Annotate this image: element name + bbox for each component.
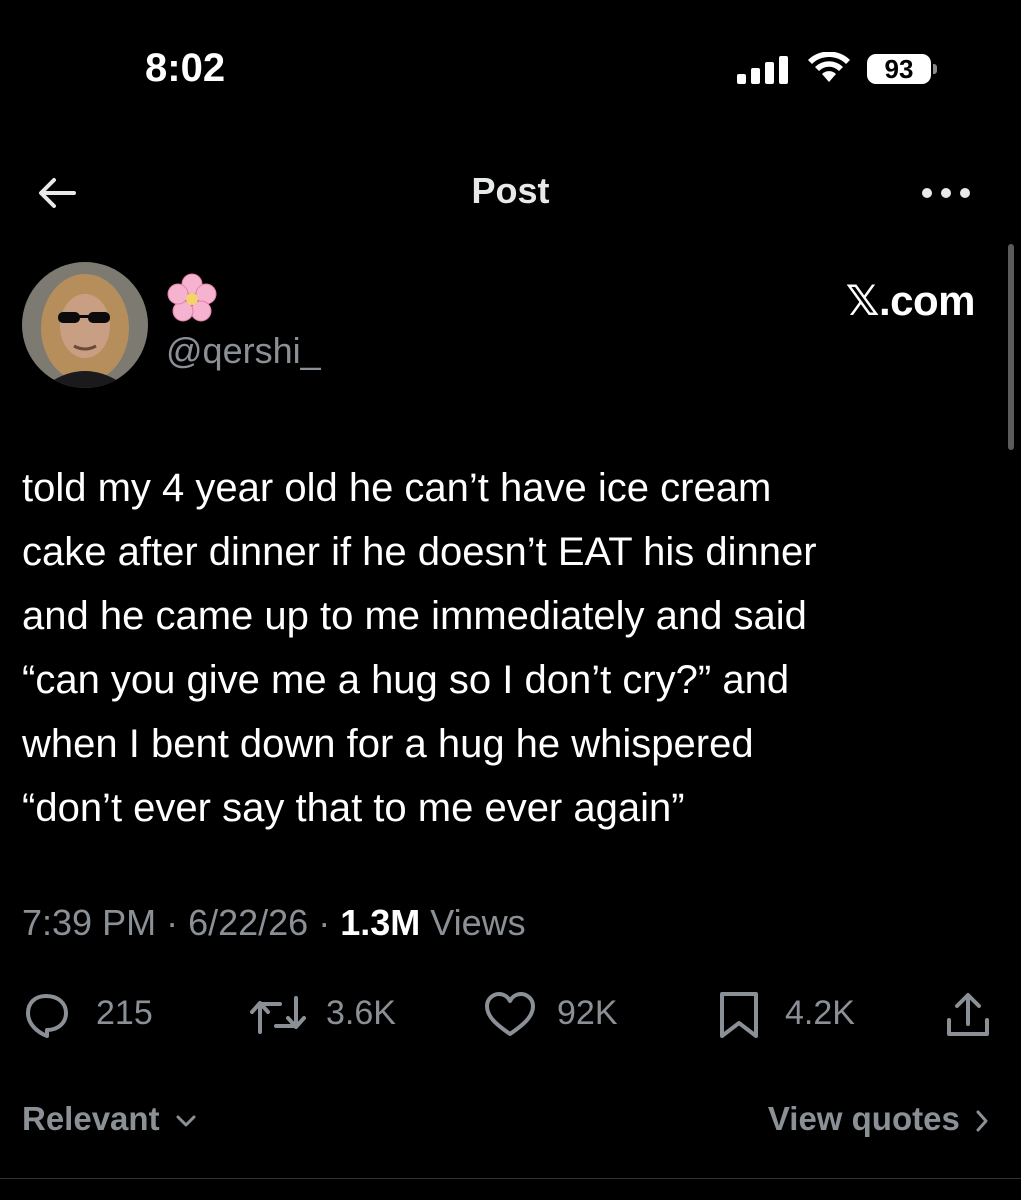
tweet-line: when I bent down for a hug he whispered (22, 722, 754, 766)
reply-icon (26, 994, 68, 1038)
tweet-line: “can you give me a hug so I don’t cry?” … (22, 658, 790, 702)
sort-replies-dropdown[interactable]: Relevant (22, 1100, 197, 1138)
bookmark-count: 4.2K (785, 994, 855, 1032)
tweet-text: told my 4 year old he can’t have ice cre… (22, 456, 992, 840)
battery-level: 93 (884, 54, 914, 84)
avatar[interactable] (22, 262, 148, 388)
tweet-line: cake after dinner if he doesn’t EAT his … (22, 530, 817, 574)
battery-icon: 93 (867, 54, 931, 84)
battery-tip (933, 64, 937, 74)
heart-icon (485, 992, 535, 1036)
cherry-blossom-emoji-icon (167, 273, 217, 322)
reply-button[interactable]: 215 (22, 986, 182, 1042)
views-count: 1.3M (340, 902, 421, 943)
repost-count: 3.6K (326, 994, 396, 1032)
watermark: 𝕏.com (845, 277, 976, 324)
tweet-line: and he came up to me immediately and sai… (22, 594, 807, 638)
repost-icon (250, 996, 306, 1034)
view-quotes-link[interactable]: View quotes (768, 1100, 989, 1138)
view-quotes-label: View quotes (767, 1100, 960, 1137)
sort-label: Relevant (22, 1100, 160, 1137)
share-button[interactable] (944, 986, 994, 1042)
tweet-date: 6/22/26 (188, 902, 309, 943)
divider (0, 1178, 1021, 1179)
chevron-down-icon (176, 1115, 196, 1127)
tweet-line: “don’t ever say that to me ever again” (22, 786, 685, 830)
repost-button[interactable]: 3.6K (250, 986, 420, 1042)
like-button[interactable]: 92K (483, 986, 643, 1042)
bookmark-button[interactable]: 4.2K (717, 986, 877, 1042)
share-icon (947, 993, 989, 1036)
tweet-line: told my 4 year old he can’t have ice cre… (22, 466, 772, 510)
action-bar: 215 3.6K 92K 4.2K (0, 986, 1021, 1046)
bookmark-icon (720, 992, 758, 1038)
chevron-right-icon (976, 1110, 988, 1132)
wifi-icon (808, 52, 850, 82)
status-time: 8:02 (145, 46, 226, 90)
tweet-meta: 7:39 PM · 6/22/26 · 1.3M Views (22, 902, 526, 943)
like-count: 92K (557, 994, 618, 1032)
tweet-time: 7:39 PM (22, 902, 157, 943)
cellular-signal-icon (737, 56, 793, 84)
author-handle[interactable]: @qershi_ (166, 330, 321, 372)
more-options-icon[interactable] (920, 178, 972, 208)
page-title: Post (471, 170, 550, 211)
reply-count: 215 (96, 994, 153, 1032)
scrollbar[interactable] (1008, 244, 1014, 450)
views-label[interactable]: Views (430, 902, 525, 943)
